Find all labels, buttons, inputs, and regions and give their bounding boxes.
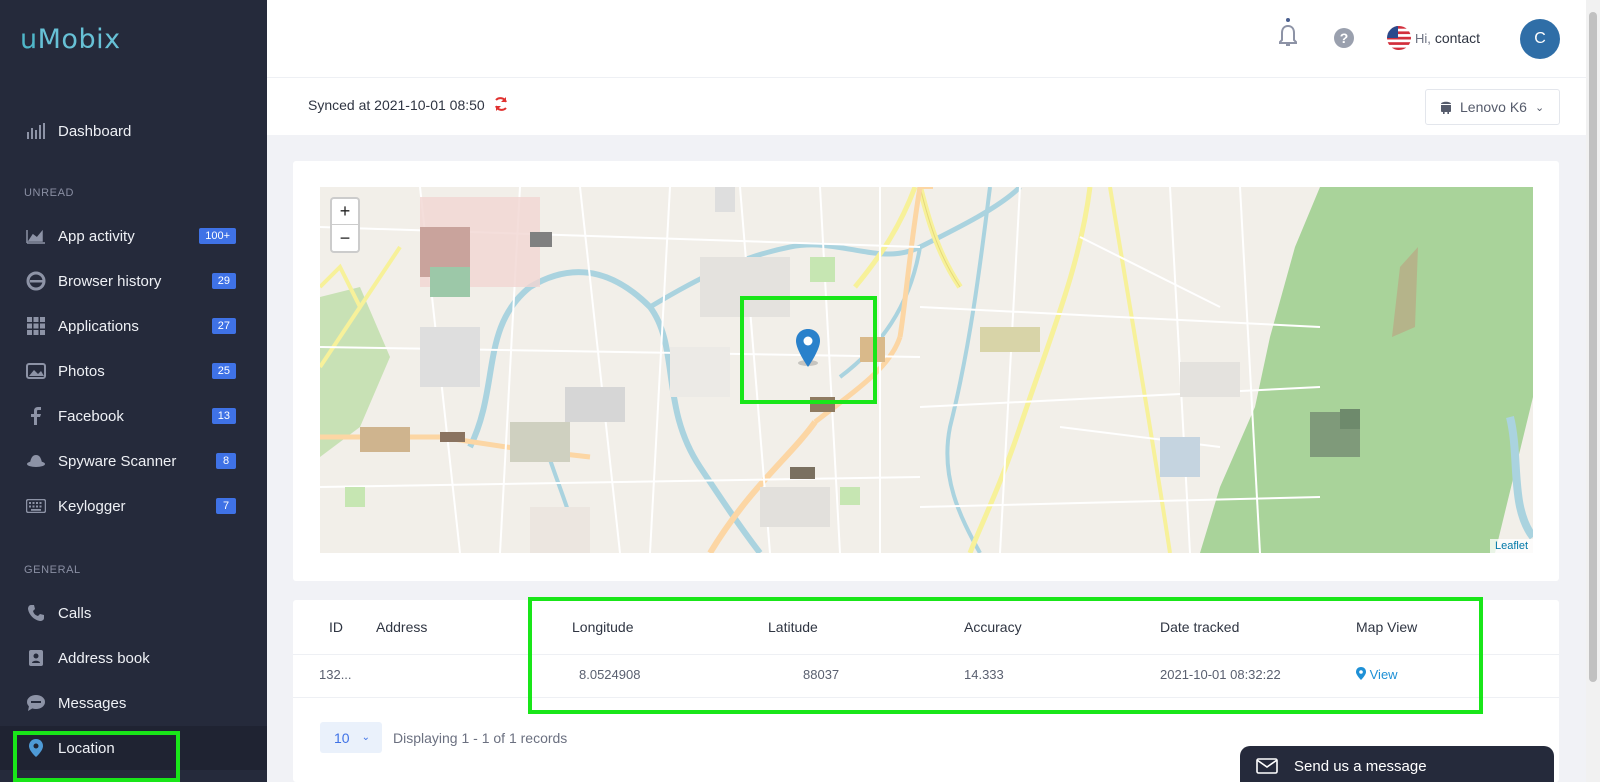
sidebar-item-label: Photos (58, 362, 105, 380)
sidebar-item-label: App activity (58, 227, 135, 245)
count-badge: 29 (211, 273, 236, 289)
sidebar-item-label: Keylogger (58, 497, 126, 515)
sidebar-item-applications[interactable]: Applications 27 (0, 304, 267, 348)
section-label-unread: UNREAD (24, 187, 75, 199)
notification-bell-icon[interactable] (1277, 18, 1299, 55)
send-message-widget[interactable]: Send us a message (1240, 746, 1554, 782)
sidebar-item-app-activity[interactable]: App activity 100+ (0, 214, 267, 258)
location-map[interactable]: + − Leaflet (320, 187, 1533, 553)
sidebar-item-label: Calls (58, 604, 92, 622)
top-bar: ? Hi, contact C (267, 0, 1600, 77)
browser-icon (26, 271, 46, 291)
map-tiles (320, 187, 1533, 553)
keyboard-icon (26, 496, 46, 516)
count-badge: 8 (216, 453, 236, 469)
synced-status: Synced at 2021-10-01 08:50 (308, 97, 485, 113)
map-attribution-link[interactable]: Leaflet (1489, 539, 1533, 553)
sidebar-item-spyware-scanner[interactable]: Spyware Scanner 8 (0, 439, 267, 483)
avatar[interactable]: C (1520, 19, 1560, 59)
scrollbar-thumb[interactable] (1589, 12, 1597, 682)
count-badge: 100+ (199, 228, 236, 244)
spy-hat-icon (26, 451, 46, 471)
phone-icon (26, 603, 46, 623)
device-select[interactable]: Lenovo K6 ⌄ (1425, 89, 1560, 125)
count-badge: 27 (211, 318, 236, 334)
column-header-address[interactable]: Address (376, 619, 427, 635)
sidebar-item-browser-history[interactable]: Browser history 29 (0, 259, 267, 303)
grid-icon (26, 316, 46, 336)
sidebar-item-address-book[interactable]: Address book (0, 636, 267, 680)
zoom-control: + − (330, 197, 360, 253)
sidebar-item-calls[interactable]: Calls (0, 591, 267, 635)
device-name: Lenovo K6 (1460, 99, 1527, 115)
dashboard-chart-icon (26, 121, 46, 141)
help-icon[interactable]: ? (1333, 27, 1355, 54)
highlight-box-coordinates (528, 597, 1483, 714)
facebook-icon (26, 406, 46, 426)
map-card: + − Leaflet (293, 161, 1559, 581)
sidebar-item-label: Facebook (58, 407, 124, 425)
sidebar: uMobix Dashboard UNREAD App activity 100… (0, 0, 267, 782)
send-message-label: Send us a message (1294, 757, 1427, 775)
page-scrollbar[interactable] (1586, 0, 1600, 782)
sync-bar: Synced at 2021-10-01 08:50 Lenovo K6 ⌄ (267, 77, 1600, 135)
zoom-out-button[interactable]: − (332, 225, 358, 251)
count-badge: 7 (216, 498, 236, 514)
sidebar-item-photos[interactable]: Photos 25 (0, 349, 267, 393)
count-badge: 25 (211, 363, 236, 379)
records-per-page-select[interactable]: 10 ⌄ (320, 722, 382, 753)
svg-text:?: ? (1340, 30, 1349, 46)
chevron-down-icon: ⌄ (1534, 101, 1545, 114)
greeting: Hi, contact (1414, 30, 1480, 46)
envelope-icon (1256, 758, 1278, 774)
sidebar-item-label: Address book (58, 649, 150, 667)
highlight-box-location (13, 731, 180, 782)
contacts-icon (26, 648, 46, 668)
username[interactable]: contact (1435, 30, 1480, 46)
us-flag-icon[interactable] (1387, 26, 1411, 55)
sidebar-item-label: Messages (58, 694, 127, 712)
sidebar-item-label: Applications (58, 317, 139, 335)
sidebar-item-facebook[interactable]: Facebook 13 (0, 394, 267, 438)
sidebar-item-label: Dashboard (58, 122, 132, 140)
chart-icon (26, 226, 46, 246)
zoom-in-button[interactable]: + (332, 199, 358, 225)
cell-id: 132... (319, 667, 352, 682)
logo[interactable]: uMobix (20, 24, 121, 55)
sidebar-item-label: Spyware Scanner (58, 452, 177, 470)
highlight-box-marker (740, 296, 877, 404)
section-label-general: GENERAL (24, 564, 81, 576)
android-icon (1440, 100, 1452, 114)
sidebar-item-messages[interactable]: Messages (0, 681, 267, 725)
chevron-down-icon: ⌄ (361, 732, 370, 743)
photos-icon (26, 361, 46, 381)
sidebar-item-label: Browser history (58, 272, 162, 290)
per-page-value: 10 (334, 729, 350, 746)
column-header-id[interactable]: ID (329, 619, 343, 635)
sms-icon (26, 693, 46, 713)
refresh-icon[interactable] (493, 96, 509, 117)
sidebar-item-dashboard[interactable]: Dashboard (0, 109, 267, 153)
pagination-info: Displaying 1 - 1 of 1 records (393, 730, 568, 746)
count-badge: 13 (211, 408, 236, 424)
sidebar-item-keylogger[interactable]: Keylogger 7 (0, 484, 267, 528)
